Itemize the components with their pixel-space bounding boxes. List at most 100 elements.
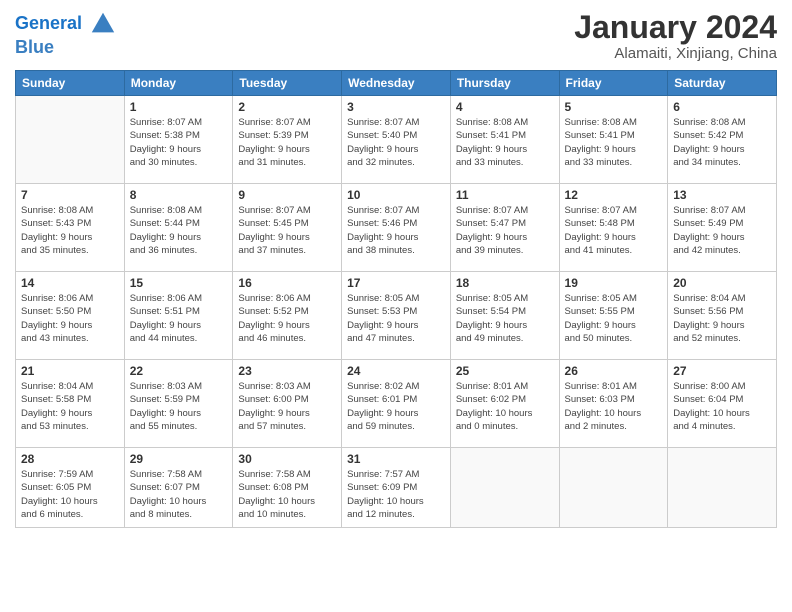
day-info: Sunrise: 8:07 AM Sunset: 5:38 PM Dayligh… — [130, 116, 228, 169]
calendar-cell: 15Sunrise: 8:06 AM Sunset: 5:51 PM Dayli… — [124, 272, 233, 360]
day-info: Sunrise: 8:06 AM Sunset: 5:50 PM Dayligh… — [21, 292, 119, 345]
day-number: 6 — [673, 100, 771, 114]
day-info: Sunrise: 8:06 AM Sunset: 5:52 PM Dayligh… — [238, 292, 336, 345]
day-info: Sunrise: 8:07 AM Sunset: 5:46 PM Dayligh… — [347, 204, 445, 257]
day-info: Sunrise: 8:01 AM Sunset: 6:02 PM Dayligh… — [456, 380, 554, 433]
title-section: January 2024 Alamaiti, Xinjiang, China — [574, 10, 777, 62]
day-number: 1 — [130, 100, 228, 114]
day-number: 17 — [347, 276, 445, 290]
weekday-header-tuesday: Tuesday — [233, 71, 342, 96]
day-number: 24 — [347, 364, 445, 378]
day-info: Sunrise: 8:07 AM Sunset: 5:40 PM Dayligh… — [347, 116, 445, 169]
day-info: Sunrise: 8:05 AM Sunset: 5:53 PM Dayligh… — [347, 292, 445, 345]
header: General Blue January 2024 Alamaiti, Xinj… — [15, 10, 777, 62]
day-info: Sunrise: 8:05 AM Sunset: 5:55 PM Dayligh… — [565, 292, 663, 345]
weekday-header-saturday: Saturday — [668, 71, 777, 96]
calendar-cell: 4Sunrise: 8:08 AM Sunset: 5:41 PM Daylig… — [450, 96, 559, 184]
calendar-cell: 26 Sunrise: 8:01 AM Sunset: 6:03 PM Dayli… — [559, 360, 668, 448]
page-container: General Blue January 2024 Alamaiti, Xinj… — [0, 0, 792, 612]
weekday-header-wednesday: Wednesday — [342, 71, 451, 96]
calendar-cell — [16, 96, 125, 184]
day-number: 26 — [565, 364, 663, 378]
weekday-header-friday: Friday — [559, 71, 668, 96]
day-number: 11 — [456, 188, 554, 202]
calendar-cell: 30Sunrise: 7:58 AM Sunset: 6:08 PM Dayli… — [233, 448, 342, 528]
day-info: Sunrise: 8:08 AM Sunset: 5:43 PM Dayligh… — [21, 204, 119, 257]
calendar-cell: 31Sunrise: 7:57 AM Sunset: 6:09 PM Dayli… — [342, 448, 451, 528]
day-info: Sunrise: 8:07 AM Sunset: 5:49 PM Dayligh… — [673, 204, 771, 257]
calendar-cell: 5Sunrise: 8:08 AM Sunset: 5:41 PM Daylig… — [559, 96, 668, 184]
day-number: 28 — [21, 452, 119, 466]
day-number: 22 — [130, 364, 228, 378]
day-info: Sunrise: 8:08 AM Sunset: 5:41 PM Dayligh… — [456, 116, 554, 169]
calendar-cell: 14 Sunrise: 8:06 AM Sunset: 5:50 PM Dayli… — [16, 272, 125, 360]
logo-icon — [89, 10, 117, 38]
day-number: 13 — [673, 188, 771, 202]
calendar-cell — [559, 448, 668, 528]
day-info: Sunrise: 7:59 AM Sunset: 6:05 PM Dayligh… — [21, 468, 119, 521]
day-info: Sunrise: 8:03 AM Sunset: 5:59 PM Dayligh… — [130, 380, 228, 433]
calendar-cell: 7Sunrise: 8:08 AM Sunset: 5:43 PM Daylig… — [16, 184, 125, 272]
weekday-header-sunday: Sunday — [16, 71, 125, 96]
day-info: Sunrise: 8:03 AM Sunset: 6:00 PM Dayligh… — [238, 380, 336, 433]
calendar-cell: 27 Sunrise: 8:00 AM Sunset: 6:04 PM Dayli… — [668, 360, 777, 448]
day-number: 12 — [565, 188, 663, 202]
day-info: Sunrise: 8:05 AM Sunset: 5:54 PM Dayligh… — [456, 292, 554, 345]
day-number: 25 — [456, 364, 554, 378]
day-info: Sunrise: 8:00 AM Sunset: 6:04 PM Dayligh… — [673, 380, 771, 433]
calendar-cell: 20 Sunrise: 8:04 AM Sunset: 5:56 PM Dayli… — [668, 272, 777, 360]
calendar-cell — [450, 448, 559, 528]
day-info: Sunrise: 8:07 AM Sunset: 5:48 PM Dayligh… — [565, 204, 663, 257]
day-info: Sunrise: 8:06 AM Sunset: 5:51 PM Dayligh… — [130, 292, 228, 345]
calendar-cell: 2Sunrise: 8:07 AM Sunset: 5:39 PM Daylig… — [233, 96, 342, 184]
calendar-cell — [668, 448, 777, 528]
day-number: 31 — [347, 452, 445, 466]
calendar-cell: 17 Sunrise: 8:05 AM Sunset: 5:53 PM Dayli… — [342, 272, 451, 360]
day-number: 8 — [130, 188, 228, 202]
calendar-cell: 9Sunrise: 8:07 AM Sunset: 5:45 PM Daylig… — [233, 184, 342, 272]
day-number: 18 — [456, 276, 554, 290]
calendar-week-1: 7Sunrise: 8:08 AM Sunset: 5:43 PM Daylig… — [16, 184, 777, 272]
calendar-header-row: SundayMondayTuesdayWednesdayThursdayFrid… — [16, 71, 777, 96]
calendar-week-4: 28 Sunrise: 7:59 AM Sunset: 6:05 PM Dayli… — [16, 448, 777, 528]
calendar-cell: 24 Sunrise: 8:02 AM Sunset: 6:01 PM Dayli… — [342, 360, 451, 448]
day-number: 29 — [130, 452, 228, 466]
logo-blue: Blue — [15, 37, 54, 57]
calendar-cell: 13 Sunrise: 8:07 AM Sunset: 5:49 PM Dayli… — [668, 184, 777, 272]
logo: General Blue — [15, 10, 117, 58]
calendar-cell: 6 Sunrise: 8:08 AM Sunset: 5:42 PM Daylig… — [668, 96, 777, 184]
calendar-week-0: 1 Sunrise: 8:07 AM Sunset: 5:38 PM Daylig… — [16, 96, 777, 184]
calendar-cell: 12 Sunrise: 8:07 AM Sunset: 5:48 PM Dayli… — [559, 184, 668, 272]
day-info: Sunrise: 8:01 AM Sunset: 6:03 PM Dayligh… — [565, 380, 663, 433]
day-number: 21 — [21, 364, 119, 378]
calendar-week-2: 14 Sunrise: 8:06 AM Sunset: 5:50 PM Dayli… — [16, 272, 777, 360]
logo-text-block: General Blue — [15, 10, 117, 58]
calendar-week-3: 21Sunrise: 8:04 AM Sunset: 5:58 PM Dayli… — [16, 360, 777, 448]
day-number: 16 — [238, 276, 336, 290]
day-number: 9 — [238, 188, 336, 202]
calendar-cell: 23 Sunrise: 8:03 AM Sunset: 6:00 PM Dayli… — [233, 360, 342, 448]
day-number: 27 — [673, 364, 771, 378]
day-number: 5 — [565, 100, 663, 114]
day-info: Sunrise: 8:08 AM Sunset: 5:42 PM Dayligh… — [673, 116, 771, 169]
day-info: Sunrise: 7:58 AM Sunset: 6:08 PM Dayligh… — [238, 468, 336, 521]
day-info: Sunrise: 8:02 AM Sunset: 6:01 PM Dayligh… — [347, 380, 445, 433]
calendar-cell: 16 Sunrise: 8:06 AM Sunset: 5:52 PM Dayli… — [233, 272, 342, 360]
day-number: 20 — [673, 276, 771, 290]
day-info: Sunrise: 7:58 AM Sunset: 6:07 PM Dayligh… — [130, 468, 228, 521]
calendar-cell: 19Sunrise: 8:05 AM Sunset: 5:55 PM Dayli… — [559, 272, 668, 360]
day-number: 2 — [238, 100, 336, 114]
logo-general: General — [15, 13, 82, 33]
weekday-header-monday: Monday — [124, 71, 233, 96]
calendar-cell: 1 Sunrise: 8:07 AM Sunset: 5:38 PM Daylig… — [124, 96, 233, 184]
location: Alamaiti, Xinjiang, China — [574, 45, 777, 62]
calendar-cell: 22 Sunrise: 8:03 AM Sunset: 5:59 PM Dayli… — [124, 360, 233, 448]
calendar-cell: 10 Sunrise: 8:07 AM Sunset: 5:46 PM Dayli… — [342, 184, 451, 272]
day-number: 10 — [347, 188, 445, 202]
day-number: 23 — [238, 364, 336, 378]
day-info: Sunrise: 8:04 AM Sunset: 5:56 PM Dayligh… — [673, 292, 771, 345]
calendar-cell: 29 Sunrise: 7:58 AM Sunset: 6:07 PM Dayli… — [124, 448, 233, 528]
day-number: 3 — [347, 100, 445, 114]
calendar-table: SundayMondayTuesdayWednesdayThursdayFrid… — [15, 70, 777, 528]
day-number: 14 — [21, 276, 119, 290]
